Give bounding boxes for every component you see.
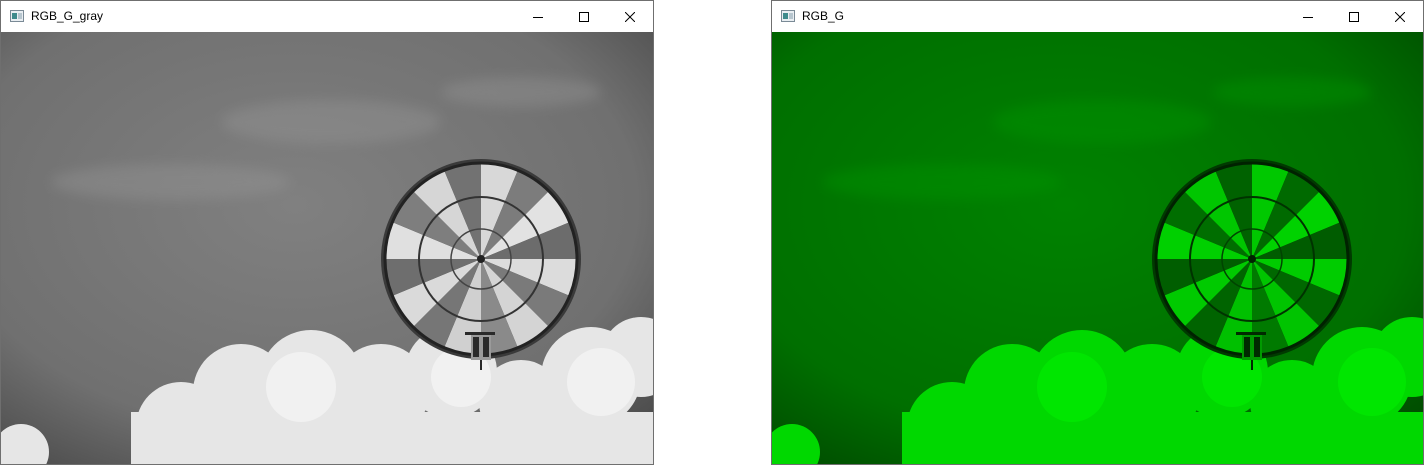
- close-icon: [1395, 11, 1405, 22]
- image-canvas: [772, 32, 1423, 464]
- image-canvas: [1, 32, 653, 464]
- maximize-button[interactable]: [1331, 1, 1377, 32]
- app-icon: [10, 10, 24, 22]
- maximize-button[interactable]: [561, 1, 607, 32]
- app-icon: [781, 10, 795, 22]
- window-title: RGB_G: [802, 9, 845, 23]
- close-icon: [625, 11, 635, 22]
- minimize-icon: [533, 16, 543, 18]
- minimize-icon: [1303, 16, 1313, 18]
- parachute-canopy: [1152, 159, 1352, 359]
- window-rgb-g-gray[interactable]: RGB_G_gray: [0, 0, 654, 465]
- parasail-photo-green-channel: [772, 32, 1423, 464]
- title-bar[interactable]: RGB_G_gray: [1, 1, 653, 32]
- parasail-photo-grayscale: [1, 32, 653, 464]
- minimize-button[interactable]: [1285, 1, 1331, 32]
- parachute-canopy: [381, 159, 581, 359]
- close-button[interactable]: [1377, 1, 1423, 32]
- minimize-button[interactable]: [515, 1, 561, 32]
- window-rgb-g[interactable]: RGB_G: [771, 0, 1424, 465]
- close-button[interactable]: [607, 1, 653, 32]
- maximize-icon: [1349, 11, 1359, 22]
- window-title: RGB_G_gray: [31, 9, 104, 23]
- title-bar[interactable]: RGB_G: [772, 1, 1423, 32]
- maximize-icon: [579, 11, 589, 22]
